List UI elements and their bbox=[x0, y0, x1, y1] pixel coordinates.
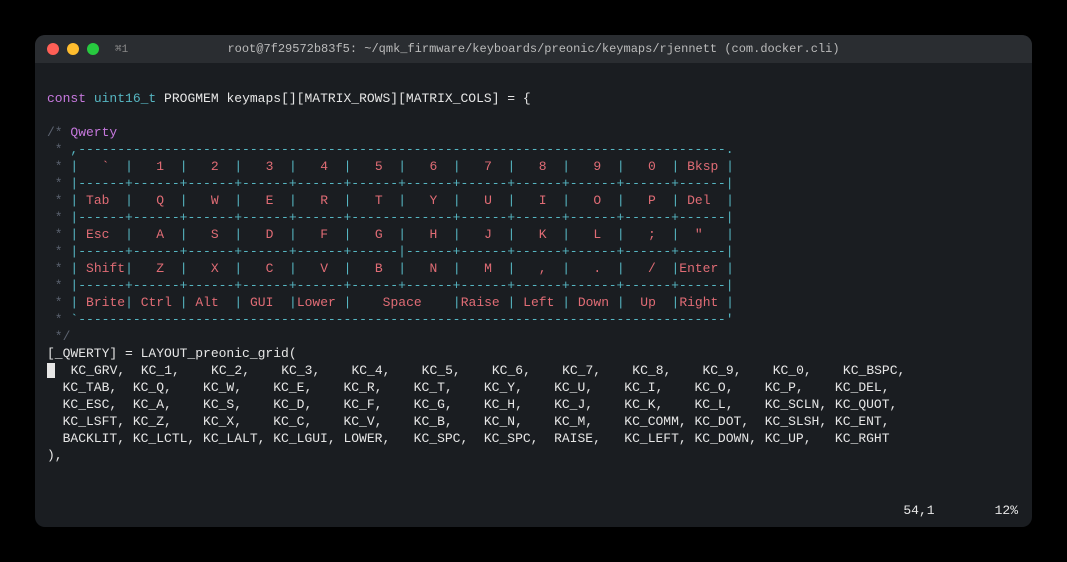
ascii-row: * | Brite| Ctrl | Alt | GUI |Lower | Spa… bbox=[47, 295, 734, 310]
scroll-percent: 12% bbox=[995, 503, 1018, 518]
cursor bbox=[47, 363, 55, 378]
window-title: root@7f29572b83f5: ~/qmk_firmware/keyboa… bbox=[227, 42, 839, 56]
ascii-row: * `-------------------------------------… bbox=[47, 312, 734, 327]
code-text: [_QWERTY] = LAYOUT_preonic_grid( bbox=[47, 346, 297, 361]
titlebar: ⌘1 root@7f29572b83f5: ~/qmk_firmware/key… bbox=[35, 35, 1032, 63]
ascii-row: * |------+------+------+------+------+--… bbox=[47, 278, 734, 293]
maximize-icon[interactable] bbox=[87, 43, 99, 55]
comment-close: */ bbox=[47, 329, 70, 344]
ascii-row: * |------+------+------+------+------+--… bbox=[47, 210, 734, 225]
code-keyword: const bbox=[47, 91, 86, 106]
ascii-row: * | ` | 1 | 2 | 3 | 4 | 5 | 6 | 7 | 8 | … bbox=[47, 159, 734, 174]
window-controls bbox=[47, 43, 99, 55]
code-text: KC_LSFT, KC_Z, KC_X, KC_C, KC_V, KC_B, K… bbox=[47, 414, 890, 429]
minimize-icon[interactable] bbox=[67, 43, 79, 55]
code-text: KC_ESC, KC_A, KC_S, KC_D, KC_F, KC_G, KC… bbox=[47, 397, 897, 412]
code-text: PROGMEM keymaps[][MATRIX_ROWS][MATRIX_CO… bbox=[156, 91, 530, 106]
ascii-row: * | Shift| Z | X | C | V | B | N | M | ,… bbox=[47, 261, 734, 276]
ascii-row: * |------+------+------+------+------+--… bbox=[47, 176, 734, 191]
comment-label: Qwerty bbox=[70, 125, 117, 140]
close-icon[interactable] bbox=[47, 43, 59, 55]
code-text: ), bbox=[47, 448, 63, 463]
code-text: KC_TAB, KC_Q, KC_W, KC_E, KC_R, KC_T, KC… bbox=[47, 380, 890, 395]
terminal-content[interactable]: const uint16_t PROGMEM keymaps[][MATRIX_… bbox=[35, 63, 1032, 527]
code-type: uint16_t bbox=[94, 91, 156, 106]
terminal-window: ⌘1 root@7f29572b83f5: ~/qmk_firmware/key… bbox=[35, 35, 1032, 527]
comment-open: /* bbox=[47, 125, 70, 140]
code-text: KC_GRV, KC_1, KC_2, KC_3, KC_4, KC_5, KC… bbox=[55, 363, 905, 378]
vim-status: 54,1 12% bbox=[843, 502, 1018, 519]
ascii-row: * | Tab | Q | W | E | R | T | Y | U | I … bbox=[47, 193, 734, 208]
ascii-row: * ,-------------------------------------… bbox=[47, 142, 734, 157]
ascii-row: * |------+------+------+------+------+--… bbox=[47, 244, 734, 259]
ascii-row: * | Esc | A | S | D | F | G | H | J | K … bbox=[47, 227, 734, 242]
code-text: BACKLIT, KC_LCTL, KC_LALT, KC_LGUI, LOWE… bbox=[47, 431, 890, 446]
tab-indicator: ⌘1 bbox=[115, 42, 128, 56]
cursor-position: 54,1 bbox=[903, 503, 934, 518]
